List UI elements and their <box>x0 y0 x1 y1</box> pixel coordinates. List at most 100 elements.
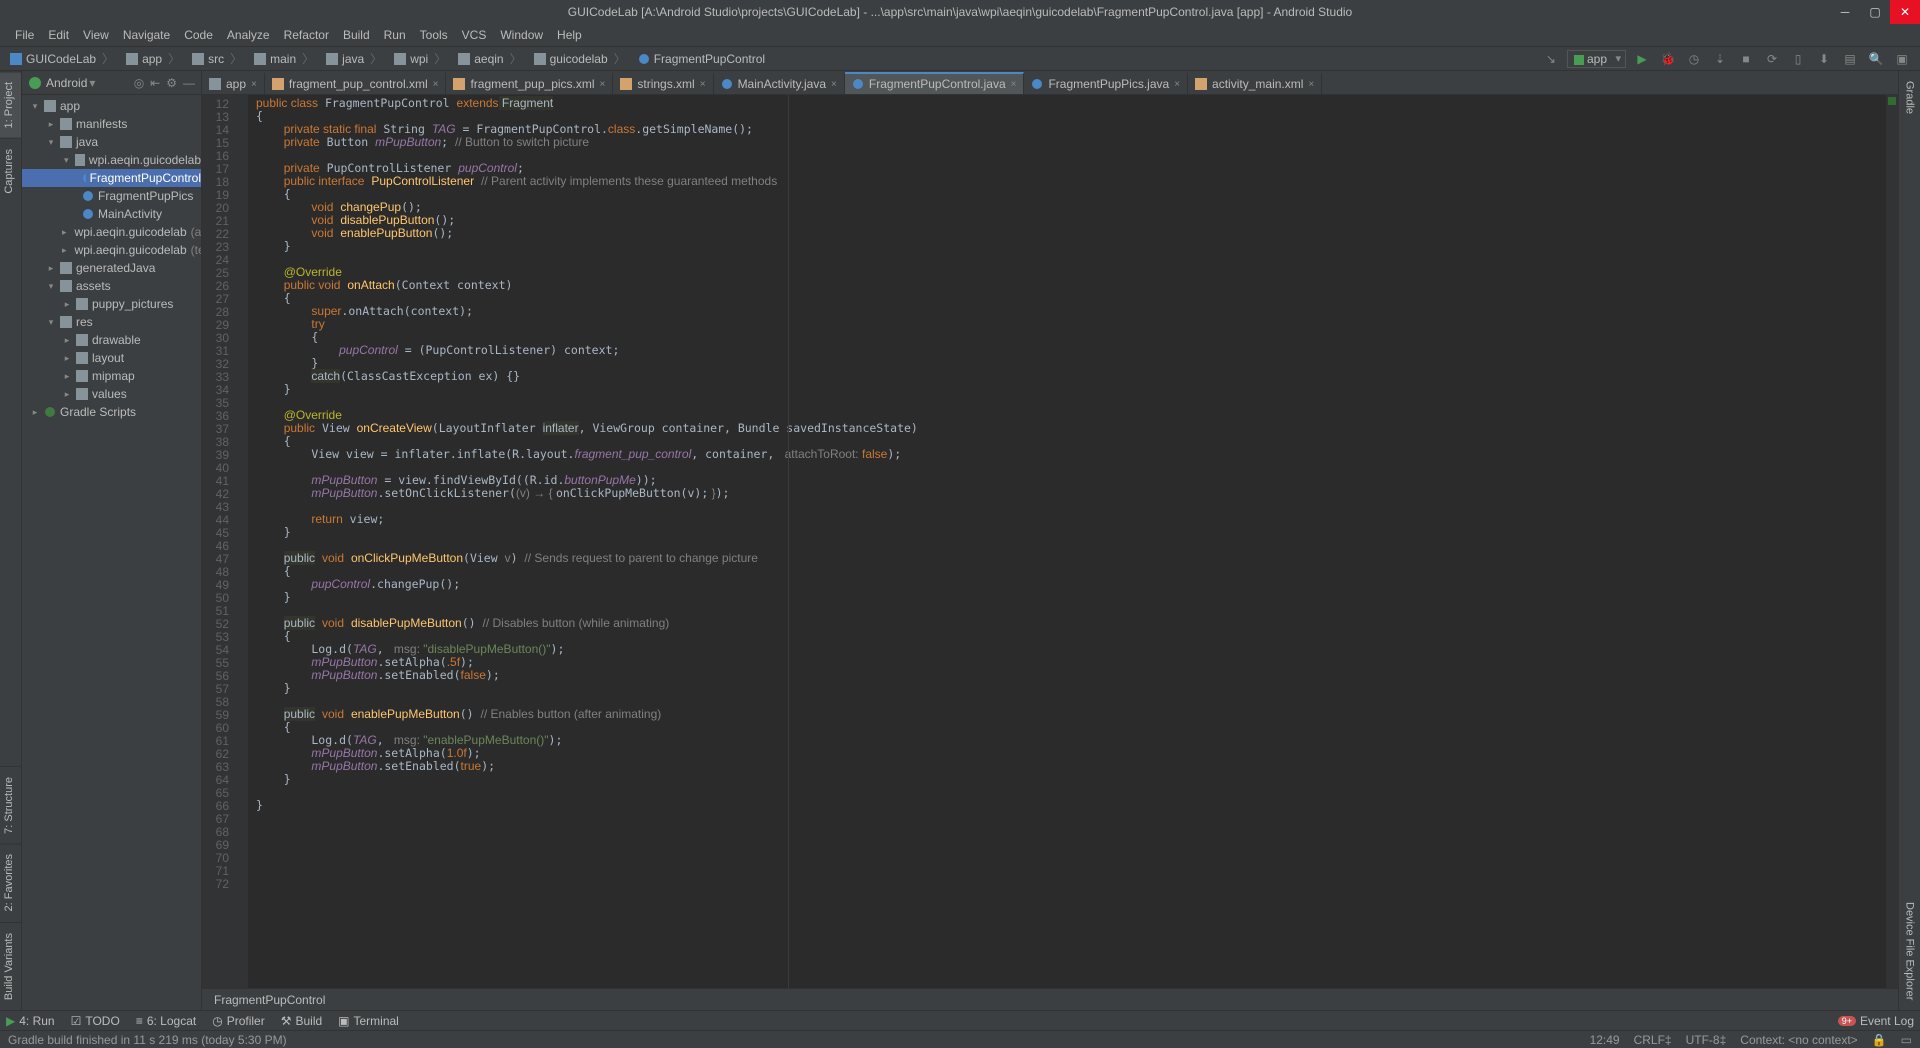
tab-close-icon[interactable]: × <box>1308 79 1314 90</box>
tree-assets[interactable]: ▾assets <box>22 277 201 295</box>
code-content[interactable]: public class FragmentPupControl extends … <box>248 95 1886 988</box>
line-separator[interactable]: CRLF‡ <box>1634 1033 1672 1047</box>
tree-puppy[interactable]: ▸puppy_pictures <box>22 295 201 313</box>
menu-help[interactable]: Help <box>550 28 589 42</box>
tree-res[interactable]: ▾res <box>22 313 201 331</box>
maximize-button[interactable]: ▢ <box>1860 0 1890 24</box>
sdk-button[interactable]: ⬇ <box>1814 49 1834 69</box>
crumb-root[interactable]: GUICodeLab〉 <box>6 50 120 67</box>
crumb-src[interactable]: src〉 <box>188 50 248 67</box>
tab-todo[interactable]: ☑TODO <box>71 1014 120 1028</box>
caret-position[interactable]: 12:49 <box>1590 1033 1620 1047</box>
avd-button[interactable]: ▯ <box>1788 49 1808 69</box>
tree-gradle[interactable]: ▸Gradle Scripts <box>22 403 201 421</box>
crumb-main[interactable]: main〉 <box>250 50 320 67</box>
editor-breadcrumb[interactable]: FragmentPupControl <box>202 988 1898 1010</box>
target-icon[interactable]: ◎ <box>134 76 144 90</box>
menu-refactor[interactable]: Refactor <box>277 28 336 42</box>
menu-window[interactable]: Window <box>493 28 550 42</box>
editor-tab-5[interactable]: FragmentPupControl.java× <box>845 72 1025 94</box>
menu-file[interactable]: File <box>8 28 41 42</box>
tree-manifests[interactable]: ▸manifests <box>22 115 201 133</box>
lock-icon[interactable]: 🔒 <box>1872 1033 1887 1047</box>
menu-navigate[interactable]: Navigate <box>116 28 177 42</box>
hide-icon[interactable]: — <box>183 76 195 90</box>
sync-button[interactable]: ⟳ <box>1762 49 1782 69</box>
gear-icon[interactable]: ⚙ <box>166 76 177 90</box>
menu-analyze[interactable]: Analyze <box>220 28 277 42</box>
editor-tab-7[interactable]: activity_main.xml× <box>1188 72 1322 94</box>
tree-layout[interactable]: ▸layout <box>22 349 201 367</box>
collapse-icon[interactable]: ⇤ <box>150 76 160 90</box>
tree-mipmap[interactable]: ▸mipmap <box>22 367 201 385</box>
stripe-structure[interactable]: 7: Structure <box>0 766 21 844</box>
tree-class-main[interactable]: MainActivity <box>22 205 201 223</box>
tab-close-icon[interactable]: × <box>251 79 257 90</box>
stripe-captures[interactable]: Captures <box>0 138 21 204</box>
editor-tab-2[interactable]: fragment_pup_pics.xml× <box>446 72 613 94</box>
tab-build[interactable]: ⚒Build <box>281 1014 322 1028</box>
stop-button[interactable]: ■ <box>1736 49 1756 69</box>
tree-class-control[interactable]: FragmentPupControl <box>22 169 201 187</box>
tab-close-icon[interactable]: × <box>600 79 606 90</box>
tab-eventlog[interactable]: 9+Event Log <box>1838 1014 1914 1028</box>
memory-indicator[interactable]: ▭ <box>1901 1033 1912 1047</box>
error-stripe[interactable] <box>1886 95 1898 988</box>
tree-app[interactable]: ▾app <box>22 97 201 115</box>
tab-terminal[interactable]: ▣Terminal <box>338 1014 399 1028</box>
settings-button[interactable]: ▣ <box>1892 49 1912 69</box>
debug-button[interactable]: 🐞 <box>1658 49 1678 69</box>
tree-class-pics[interactable]: FragmentPupPics <box>22 187 201 205</box>
menu-edit[interactable]: Edit <box>41 28 76 42</box>
stripe-gradle[interactable]: Gradle <box>1901 71 1919 124</box>
editor-tab-3[interactable]: strings.xml× <box>613 72 713 94</box>
menu-tools[interactable]: Tools <box>413 28 455 42</box>
stripe-project[interactable]: 1: Project <box>0 71 21 138</box>
editor-tab-4[interactable]: MainActivity.java× <box>714 72 845 94</box>
chevron-down-icon[interactable]: ▾ <box>89 76 95 90</box>
tree-pkg-test[interactable]: ▸wpi.aeqin.guicodelab (test) <box>22 241 201 259</box>
tab-profiler[interactable]: ◷Profiler <box>212 1014 265 1028</box>
stripe-device-explorer[interactable]: Device File Explorer <box>1901 892 1919 1010</box>
tab-logcat[interactable]: ≡6: Logcat <box>136 1014 196 1028</box>
profile-button[interactable]: ◷ <box>1684 49 1704 69</box>
editor-tab-1[interactable]: fragment_pup_control.xml× <box>265 72 447 94</box>
tab-close-icon[interactable]: × <box>831 79 837 90</box>
search-button[interactable]: 🔍 <box>1866 49 1886 69</box>
attach-button[interactable]: ⇣ <box>1710 49 1730 69</box>
editor-tab-0[interactable]: app× <box>202 72 265 94</box>
crumb-aeqin[interactable]: aeqin〉 <box>454 50 527 67</box>
structure-button[interactable]: ▤ <box>1840 49 1860 69</box>
tree-values[interactable]: ▸values <box>22 385 201 403</box>
stripe-build-variants[interactable]: Build Variants <box>0 922 21 1010</box>
crumb-wpi[interactable]: wpi〉 <box>390 50 452 67</box>
tree-drawable[interactable]: ▸drawable <box>22 331 201 349</box>
crumb-app[interactable]: app〉 <box>122 50 186 67</box>
tree-java[interactable]: ▾java <box>22 133 201 151</box>
context-indicator[interactable]: Context: <no context> <box>1740 1033 1857 1047</box>
run-config-select[interactable]: app <box>1567 50 1626 68</box>
code-editor[interactable]: 1213141516171819202122232425262728293031… <box>202 95 1898 988</box>
tree-pkg-main[interactable]: ▾wpi.aeqin.guicodelab <box>22 151 201 169</box>
menu-build[interactable]: Build <box>336 28 377 42</box>
tree-generated[interactable]: ▸generatedJava <box>22 259 201 277</box>
back-button[interactable]: ↘ <box>1541 49 1561 69</box>
file-encoding[interactable]: UTF-8‡ <box>1686 1033 1727 1047</box>
tab-close-icon[interactable]: × <box>700 79 706 90</box>
tab-close-icon[interactable]: × <box>1174 79 1180 90</box>
tree-pkg-androidtest[interactable]: ▸wpi.aeqin.guicodelab (androidTest) <box>22 223 201 241</box>
minimize-button[interactable]: ─ <box>1830 0 1860 24</box>
project-view-label[interactable]: Android <box>46 76 87 90</box>
menu-vcs[interactable]: VCS <box>455 28 494 42</box>
tab-close-icon[interactable]: × <box>433 79 439 90</box>
run-button[interactable]: ▶ <box>1632 49 1652 69</box>
close-button[interactable]: ✕ <box>1890 0 1920 24</box>
tab-close-icon[interactable]: × <box>1011 79 1017 90</box>
stripe-favorites[interactable]: 2: Favorites <box>0 843 21 921</box>
crumb-file[interactable]: FragmentPupControl <box>634 52 769 66</box>
menu-run[interactable]: Run <box>377 28 413 42</box>
crumb-pkg[interactable]: guicodelab〉 <box>530 50 632 67</box>
menu-view[interactable]: View <box>76 28 116 42</box>
menu-code[interactable]: Code <box>177 28 220 42</box>
crumb-java[interactable]: java〉 <box>322 50 388 67</box>
